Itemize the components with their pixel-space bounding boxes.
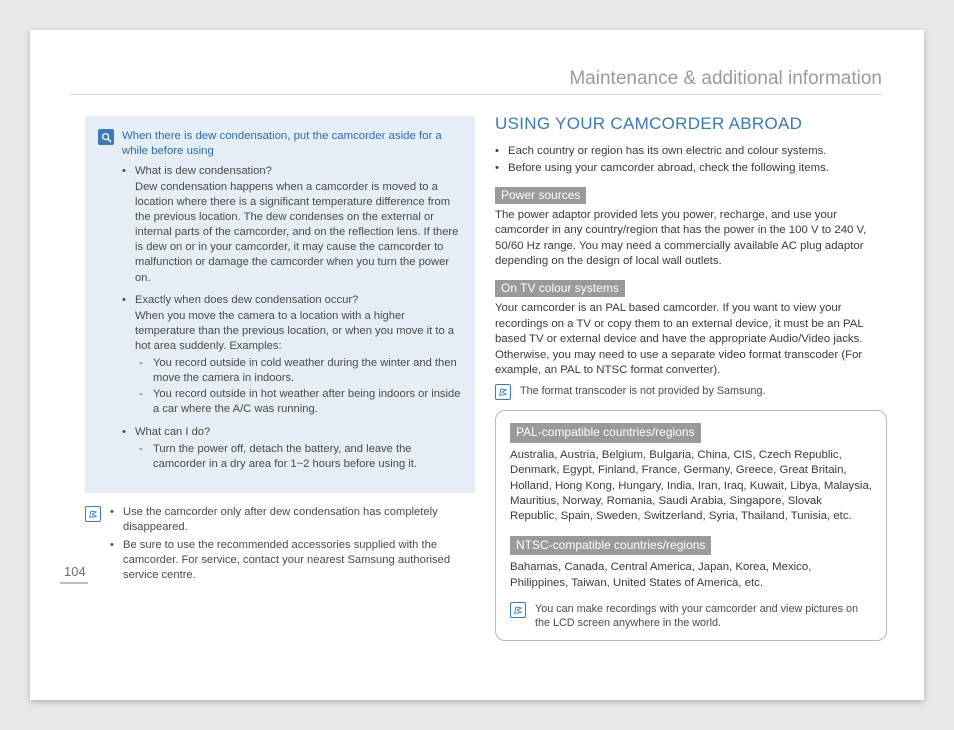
transcoder-note-text: The format transcoder is not provided by…: [520, 384, 765, 400]
lcd-note-text: You can make recordings with your camcor…: [535, 602, 872, 630]
document-page: Maintenance & additional information Whe…: [30, 30, 924, 700]
tv-colour-heading: On TV colour systems: [495, 280, 625, 297]
dew-dash: You record outside in cold weather durin…: [135, 356, 462, 386]
ntsc-countries: Bahamas, Canada, Central America, Japan,…: [510, 560, 872, 591]
left-note-item: Use the camcorder only after dew condens…: [110, 505, 475, 535]
tv-colour-text: Your camcorder is an PAL based camcorder…: [495, 301, 887, 378]
note-icon: [85, 506, 101, 522]
dew-box-list: What is dew condensation? Dew condensati…: [122, 164, 462, 472]
dew-condensation-box: When there is dew condensation, put the …: [85, 116, 475, 493]
dew-a2: When you move the camera to a location w…: [135, 310, 454, 352]
magnifier-icon: [98, 129, 114, 145]
note-icon: [495, 384, 511, 400]
pal-countries: Australia, Austria, Belgium, Bulgaria, C…: [510, 448, 872, 525]
dew-q1: What is dew condensation?: [135, 164, 462, 179]
abroad-intro-item: Before using your camcorder abroad, chec…: [495, 161, 887, 176]
pal-heading: PAL-compatible countries/regions: [510, 423, 701, 443]
ntsc-heading: NTSC-compatible countries/regions: [510, 536, 711, 556]
dew-dash: You record outside in hot weather after …: [135, 387, 462, 417]
left-column: When there is dew condensation, put the …: [85, 116, 475, 586]
note-icon: [510, 602, 526, 618]
abroad-heading: USING YOUR CAMCORDER ABROAD: [495, 114, 887, 134]
power-sources-heading: Power sources: [495, 187, 586, 204]
dew-dash: Turn the power off, detach the battery, …: [135, 442, 462, 472]
header-rule: [70, 94, 882, 95]
power-sources-text: The power adaptor provided lets you powe…: [495, 208, 887, 270]
abroad-intro-list: Each country or region has its own elect…: [495, 144, 887, 177]
lcd-note: You can make recordings with your camcor…: [510, 602, 872, 630]
dew-box-headline: When there is dew condensation, put the …: [122, 129, 462, 160]
left-note: Use the camcorder only after dew condens…: [85, 505, 475, 587]
section-header: Maintenance & additional information: [569, 68, 882, 90]
transcoder-note: The format transcoder is not provided by…: [495, 384, 887, 400]
page-number-rule: [60, 582, 88, 584]
dew-q2: Exactly when does dew condensation occur…: [135, 293, 462, 308]
country-compat-box: PAL-compatible countries/regions Austral…: [495, 410, 887, 641]
dew-q3: What can I do?: [135, 425, 462, 440]
abroad-intro-item: Each country or region has its own elect…: [495, 144, 887, 159]
page-number: 104: [64, 564, 86, 579]
left-note-item: Be sure to use the recommended accessori…: [110, 538, 475, 583]
dew-a1: Dew condensation happens when a camcorde…: [135, 181, 458, 284]
right-column: USING YOUR CAMCORDER ABROAD Each country…: [495, 114, 887, 641]
